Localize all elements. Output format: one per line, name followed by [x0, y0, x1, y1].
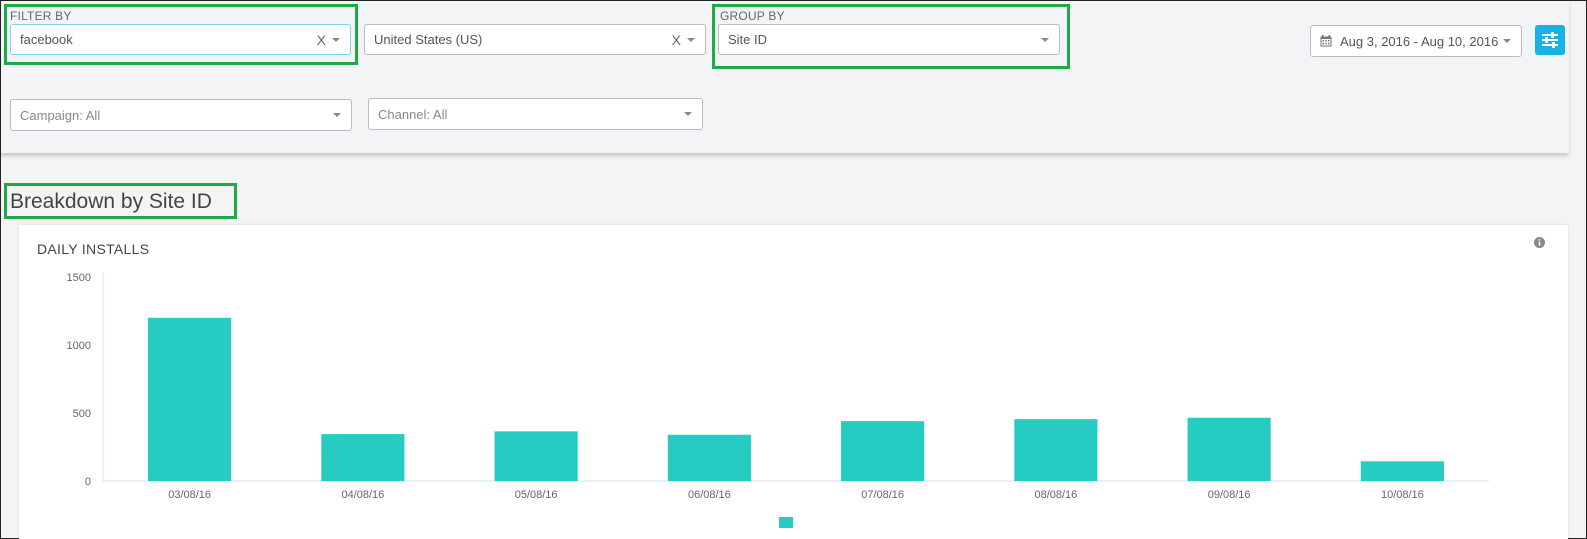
- filter-by-label: FILTER BY: [10, 9, 72, 23]
- x-tick-label: 07/08/16: [861, 489, 904, 501]
- page-title: Breakdown by Site ID: [10, 190, 212, 213]
- y-tick-label: 1000: [67, 340, 91, 352]
- daily-installs-chart: 0 500 1000 1500 03/08/16 04/08/16 05/08/16 06/0…: [67, 272, 1489, 528]
- y-tick-label: 500: [73, 408, 91, 420]
- x-tick-label: 04/08/16: [341, 489, 384, 501]
- channel-select[interactable]: Channel: All: [368, 98, 703, 130]
- x-tick-label: 10/08/16: [1381, 489, 1424, 501]
- campaign-placeholder: Campaign: All: [20, 107, 101, 123]
- x-tick-label: 03/08/16: [168, 489, 211, 501]
- chevron-down-icon[interactable]: [332, 37, 340, 42]
- country-value: United States (US): [374, 32, 483, 47]
- chevron-down-icon[interactable]: [1041, 37, 1049, 42]
- media-source-select[interactable]: facebook X: [10, 24, 351, 55]
- x-tick-label: 05/08/16: [515, 489, 558, 501]
- x-tick-label: 08/08/16: [1034, 489, 1077, 501]
- bar[interactable]: [494, 431, 578, 481]
- channel-placeholder: Channel: All: [378, 106, 448, 122]
- media-source-value: facebook: [20, 32, 73, 47]
- sliders-icon: [1542, 32, 1558, 48]
- chevron-down-icon[interactable]: [1503, 39, 1511, 43]
- x-tick-label: 09/08/16: [1208, 489, 1251, 501]
- country-clear-icon[interactable]: X: [672, 32, 681, 48]
- bar[interactable]: [841, 421, 925, 481]
- bar[interactable]: [667, 434, 751, 481]
- chart-card: DAILY INSTALLS 0 500 1000 1500 03/08/16 04/08…: [19, 225, 1568, 539]
- calendar-icon: [1320, 35, 1332, 47]
- group-by-label: GROUP BY: [720, 9, 785, 23]
- legend-swatch[interactable]: [779, 517, 793, 528]
- bar[interactable]: [321, 434, 405, 481]
- bar[interactable]: [148, 317, 232, 481]
- chevron-down-icon[interactable]: [333, 113, 341, 117]
- x-tick-label: 06/08/16: [688, 489, 731, 501]
- chevron-down-icon[interactable]: [684, 112, 692, 116]
- bar[interactable]: [1014, 419, 1098, 481]
- group-by-value: Site ID: [728, 32, 768, 47]
- y-tick-label: 0: [85, 476, 91, 488]
- bar[interactable]: [1360, 461, 1444, 481]
- campaign-select[interactable]: Campaign: All: [10, 99, 352, 131]
- y-tick-label: 1500: [67, 272, 91, 284]
- settings-sliders-button[interactable]: [1535, 25, 1565, 55]
- country-select[interactable]: United States (US) X: [364, 24, 706, 55]
- date-range-picker[interactable]: Aug 3, 2016 - Aug 10, 2016: [1310, 25, 1522, 57]
- date-range-value: Aug 3, 2016 - Aug 10, 2016: [1340, 33, 1499, 49]
- bar[interactable]: [1187, 417, 1271, 481]
- filter-panel: FILTER BY facebook X United States (US) …: [1, 1, 1569, 153]
- chevron-down-icon[interactable]: [687, 37, 695, 42]
- group-by-select[interactable]: Site ID: [718, 24, 1060, 55]
- media-source-clear-icon[interactable]: X: [317, 32, 326, 48]
